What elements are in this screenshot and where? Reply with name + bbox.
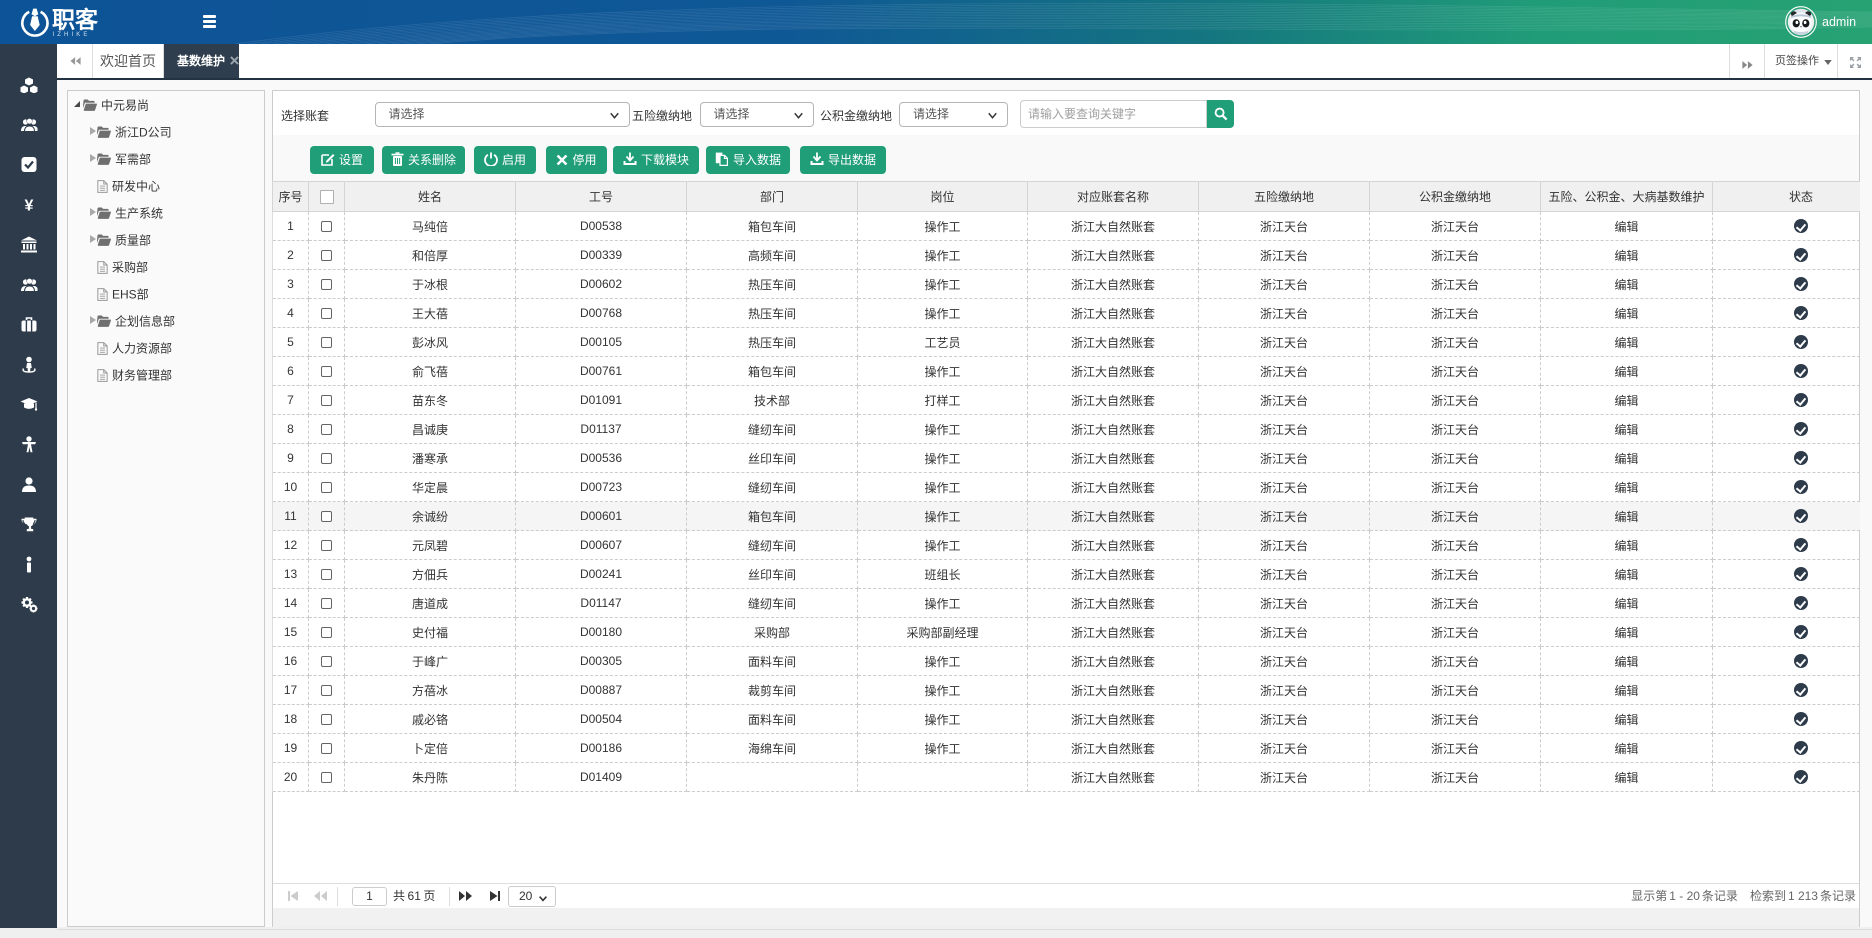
svg-text:职客: 职客: [52, 7, 99, 33]
svg-text:¥: ¥: [24, 197, 33, 213]
svg-text:IZHIKE: IZHIKE: [53, 32, 91, 38]
